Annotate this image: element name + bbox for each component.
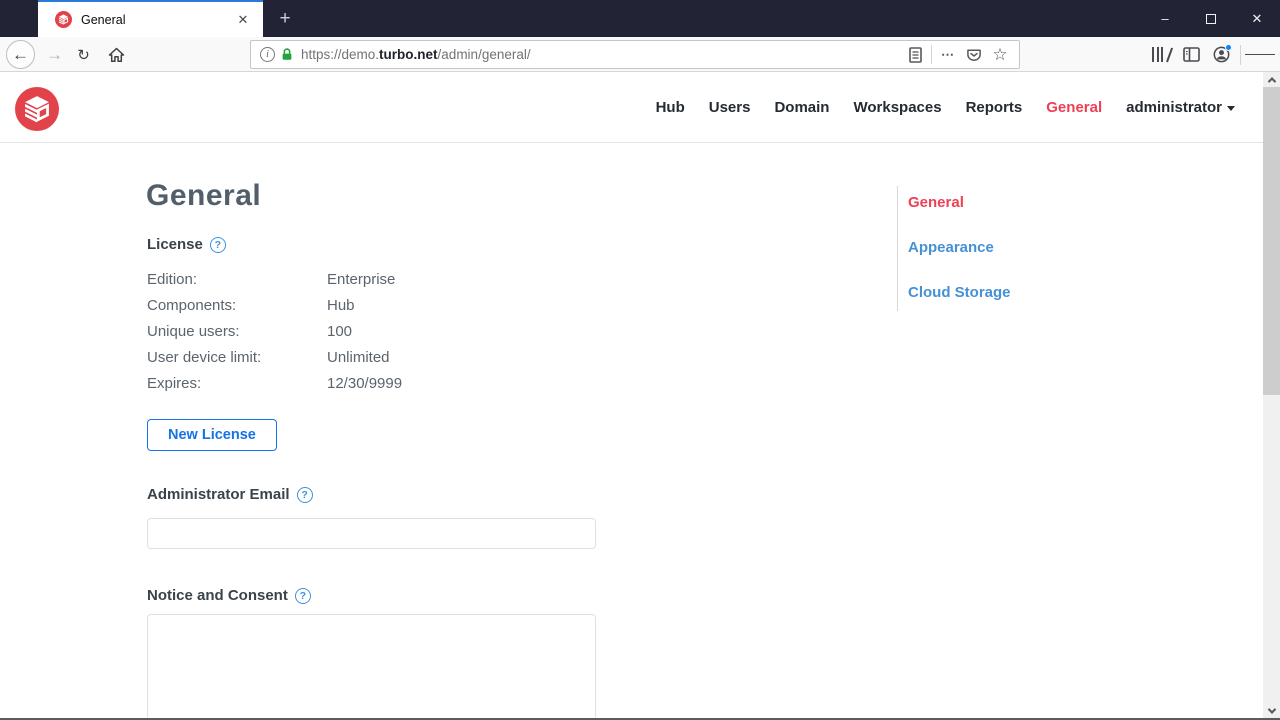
page-scrollbar[interactable] [1263, 72, 1280, 718]
url-bar[interactable]: i https://demo.turbo.net/admin/general/ … [250, 40, 1020, 69]
window-controls: – ✕ [1142, 0, 1280, 37]
home-icon [108, 47, 125, 62]
license-details: Edition: Enterprise Components: Hub Unique… [147, 266, 402, 396]
tab-close-icon[interactable]: ✕ [233, 10, 253, 30]
titlebar: General ✕ + – ✕ [0, 0, 1280, 37]
subnav-appearance[interactable]: Appearance [908, 239, 1011, 256]
close-button[interactable]: ✕ [1234, 0, 1280, 37]
nav-hub[interactable]: Hub [656, 99, 685, 116]
urlbar-separator [931, 45, 932, 64]
admin-general-page: General License ? Edition: Enterprise Com… [0, 143, 1263, 718]
notice-consent-help-icon[interactable]: ? [294, 587, 311, 604]
pocket-icon [967, 49, 981, 61]
maximize-icon [1206, 13, 1216, 24]
back-button[interactable]: ← [6, 40, 35, 69]
site-header: Hub Users Domain Workspaces Reports Gene… [0, 72, 1263, 143]
turbo-logo-icon[interactable] [15, 87, 59, 131]
license-row-unique-users: Unique users: 100 [147, 322, 353, 340]
page-title: General [146, 179, 262, 212]
new-license-button[interactable]: New License [147, 419, 277, 451]
tab-general[interactable]: General ✕ [38, 0, 263, 37]
account-notification-badge [1225, 44, 1232, 51]
nav-general[interactable]: General [1046, 99, 1102, 116]
new-tab-button[interactable]: + [272, 6, 298, 32]
home-button[interactable] [102, 40, 131, 69]
sidebars-button[interactable] [1176, 40, 1206, 69]
chevron-down-icon [1227, 105, 1235, 111]
subnav-cloud-storage[interactable]: Cloud Storage [908, 284, 1011, 301]
license-heading: License ? [147, 236, 226, 253]
menu-button[interactable] [1245, 40, 1275, 69]
pocket-button[interactable] [961, 42, 987, 68]
toolbar-separator [1240, 44, 1241, 65]
reload-button[interactable]: ↻ [69, 40, 98, 69]
nav-workspaces[interactable]: Workspaces [853, 99, 941, 116]
page-info-icon[interactable]: i [260, 47, 275, 62]
license-row-expires: Expires: 12/30/9999 [147, 374, 403, 392]
license-row-components: Components: Hub [147, 296, 355, 314]
url-text: https://demo.turbo.net/admin/general/ [301, 47, 531, 62]
toolbar-right-icons [1146, 40, 1275, 69]
minimize-button[interactable]: – [1142, 0, 1188, 37]
nav-domain[interactable]: Domain [774, 99, 829, 116]
reader-mode-button[interactable] [902, 42, 928, 68]
notice-consent-label: Notice and Consent ? [147, 587, 311, 604]
notice-consent-textarea[interactable] [147, 614, 596, 718]
nav-users[interactable]: Users [709, 99, 751, 116]
reader-mode-icon [908, 46, 922, 63]
bookmark-star-icon[interactable]: ☆ [987, 42, 1013, 68]
nav-reports[interactable]: Reports [966, 99, 1023, 116]
nav-administrator-dropdown[interactable]: administrator [1126, 99, 1235, 116]
library-icon [1152, 47, 1173, 63]
library-button[interactable] [1146, 40, 1176, 69]
license-row-edition: Edition: Enterprise [147, 270, 396, 288]
browser-toolbar: ← → ↻ i https://demo.turbo.net/admin/gen… [0, 37, 1280, 72]
sidebars-icon [1182, 47, 1200, 62]
admin-email-help-icon[interactable]: ? [296, 486, 313, 503]
license-row-device-limit: User device limit: Unlimited [147, 348, 390, 366]
forward-button[interactable]: → [40, 40, 69, 69]
tab-title: General [81, 12, 126, 27]
lock-icon[interactable] [280, 47, 294, 62]
site-nav: Hub Users Domain Workspaces Reports Gene… [656, 72, 1235, 143]
turbo-favicon-icon [55, 11, 72, 28]
admin-email-label: Administrator Email ? [147, 486, 313, 503]
scroll-up-icon[interactable] [1263, 72, 1280, 87]
subnav-general[interactable]: General [908, 194, 1011, 211]
browser-window: General ✕ + – ✕ ← → ↻ i https://demo.tur… [0, 0, 1280, 720]
settings-subnav: General Appearance Cloud Storage [897, 186, 1011, 311]
account-button[interactable] [1206, 40, 1236, 69]
scroll-down-icon[interactable] [1263, 703, 1280, 718]
admin-email-input[interactable] [147, 518, 596, 549]
page-actions-button[interactable]: ⋯ [935, 42, 961, 68]
license-help-icon[interactable]: ? [209, 236, 226, 253]
scrollbar-thumb[interactable] [1263, 87, 1280, 395]
maximize-button[interactable] [1188, 0, 1234, 37]
